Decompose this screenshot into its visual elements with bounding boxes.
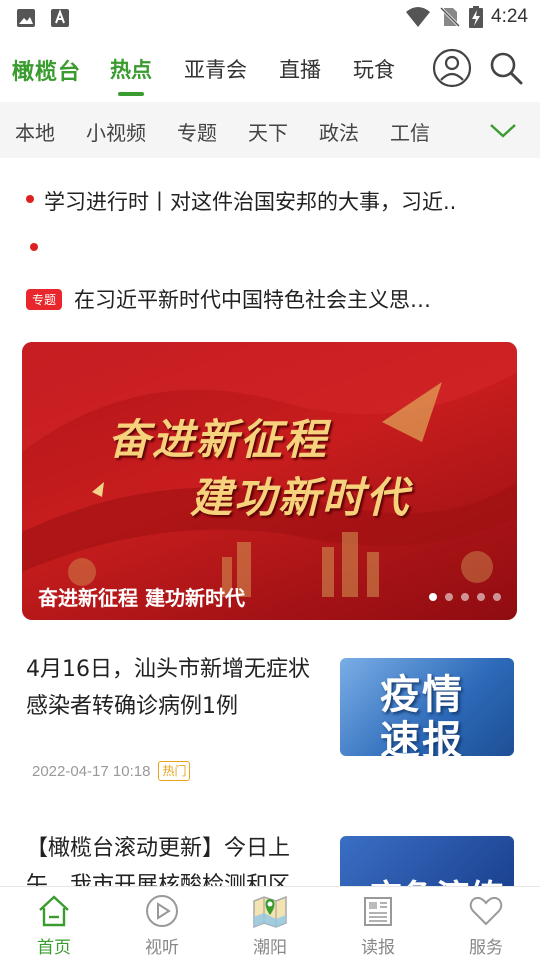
nav-home[interactable]: 首页 bbox=[0, 887, 108, 960]
tab-live[interactable]: 直播 bbox=[279, 54, 321, 84]
brand-logo[interactable]: 橄榄台 bbox=[12, 54, 81, 86]
topic-text: 在习近平新时代中国特色社会主义思… bbox=[74, 288, 432, 312]
search-icon[interactable] bbox=[488, 50, 524, 86]
status-bar: 4:24 bbox=[0, 0, 540, 36]
chevron-down-icon[interactable] bbox=[488, 118, 518, 142]
carousel-indicator bbox=[429, 593, 501, 601]
nav-label: 首页 bbox=[37, 938, 71, 958]
nav-label: 潮阳 bbox=[253, 938, 287, 958]
news-title[interactable]: 4月16日，汕头市新增无症状感染者转确诊病例1例 bbox=[26, 651, 316, 725]
nav-services[interactable]: 服务 bbox=[432, 887, 540, 960]
heart-icon bbox=[469, 896, 503, 926]
topic-row[interactable]: 专题 在习近平新时代中国特色社会主义思… bbox=[26, 284, 431, 314]
news-meta: 2022-04-17 10:18 热门 bbox=[32, 761, 191, 781]
topic-badge: 专题 bbox=[26, 288, 63, 310]
image-icon bbox=[17, 9, 35, 27]
carousel-dot[interactable] bbox=[493, 593, 501, 601]
carousel-dot[interactable] bbox=[445, 593, 453, 601]
keyboard-a-icon bbox=[51, 9, 69, 27]
user-icon[interactable] bbox=[432, 48, 472, 88]
nav-label: 服务 bbox=[469, 938, 503, 958]
nav-chaoyang[interactable]: 潮阳 bbox=[216, 887, 324, 960]
carousel-dot[interactable] bbox=[477, 593, 485, 601]
no-sim-icon bbox=[439, 6, 461, 28]
channel-industry[interactable]: 工信 bbox=[390, 117, 430, 146]
nav-label: 读报 bbox=[361, 938, 395, 958]
banner-carousel[interactable]: 奋进新征程 建功新时代 奋进新征程 建功新时代 bbox=[22, 342, 517, 620]
channel-short-video[interactable]: 小视频 bbox=[86, 117, 146, 146]
news-thumbnail[interactable]: 疫情 速报 bbox=[340, 658, 514, 756]
wifi-icon bbox=[406, 7, 431, 27]
battery-charging-icon bbox=[469, 6, 484, 28]
ticker-dot bbox=[30, 243, 38, 251]
banner-caption: 奋进新征程 建功新时代 bbox=[38, 586, 245, 610]
carousel-dot[interactable] bbox=[429, 593, 437, 601]
carousel-dot[interactable] bbox=[461, 593, 469, 601]
channel-local[interactable]: 本地 bbox=[15, 117, 55, 146]
top-tabs: 热点 亚青会 直播 玩食 bbox=[110, 54, 427, 96]
newspaper-icon bbox=[364, 897, 392, 926]
channel-topics[interactable]: 专题 bbox=[177, 117, 217, 146]
channel-world[interactable]: 天下 bbox=[248, 117, 288, 146]
banner-art-line2: 建功新时代 bbox=[190, 473, 411, 522]
ticker-text: 学习进行时丨对这件治国安邦的大事，习近.. bbox=[44, 190, 457, 214]
tab-hot[interactable]: 热点 bbox=[110, 54, 152, 96]
channel-politics-law[interactable]: 政法 bbox=[319, 117, 359, 146]
play-icon bbox=[146, 895, 178, 927]
ticker-dot bbox=[26, 195, 34, 203]
thumb-text-line2: 速报 bbox=[380, 718, 464, 756]
tab-food[interactable]: 玩食 bbox=[353, 54, 395, 84]
nav-newspaper[interactable]: 读报 bbox=[324, 887, 432, 960]
tab-youth-games[interactable]: 亚青会 bbox=[184, 54, 247, 84]
status-time: 4:24 bbox=[491, 6, 528, 27]
nav-label: 视听 bbox=[145, 938, 179, 958]
bottom-nav: 首页 视听 潮阳 读报 服务 bbox=[0, 886, 540, 960]
app-header: 橄榄台 热点 亚青会 直播 玩食 bbox=[0, 36, 540, 102]
news-date: 2022-04-17 10:18 bbox=[32, 762, 151, 780]
nav-video[interactable]: 视听 bbox=[108, 887, 216, 960]
hot-badge: 热门 bbox=[158, 761, 191, 781]
home-icon bbox=[39, 895, 69, 927]
banner-art-line1: 奋进新征程 bbox=[108, 415, 329, 464]
map-icon bbox=[253, 895, 287, 929]
channel-bar: 本地 小视频 专题 天下 政法 工信 bbox=[0, 102, 540, 158]
ticker-headline[interactable]: 学习进行时丨对这件治国安邦的大事，习近.. bbox=[26, 186, 456, 216]
